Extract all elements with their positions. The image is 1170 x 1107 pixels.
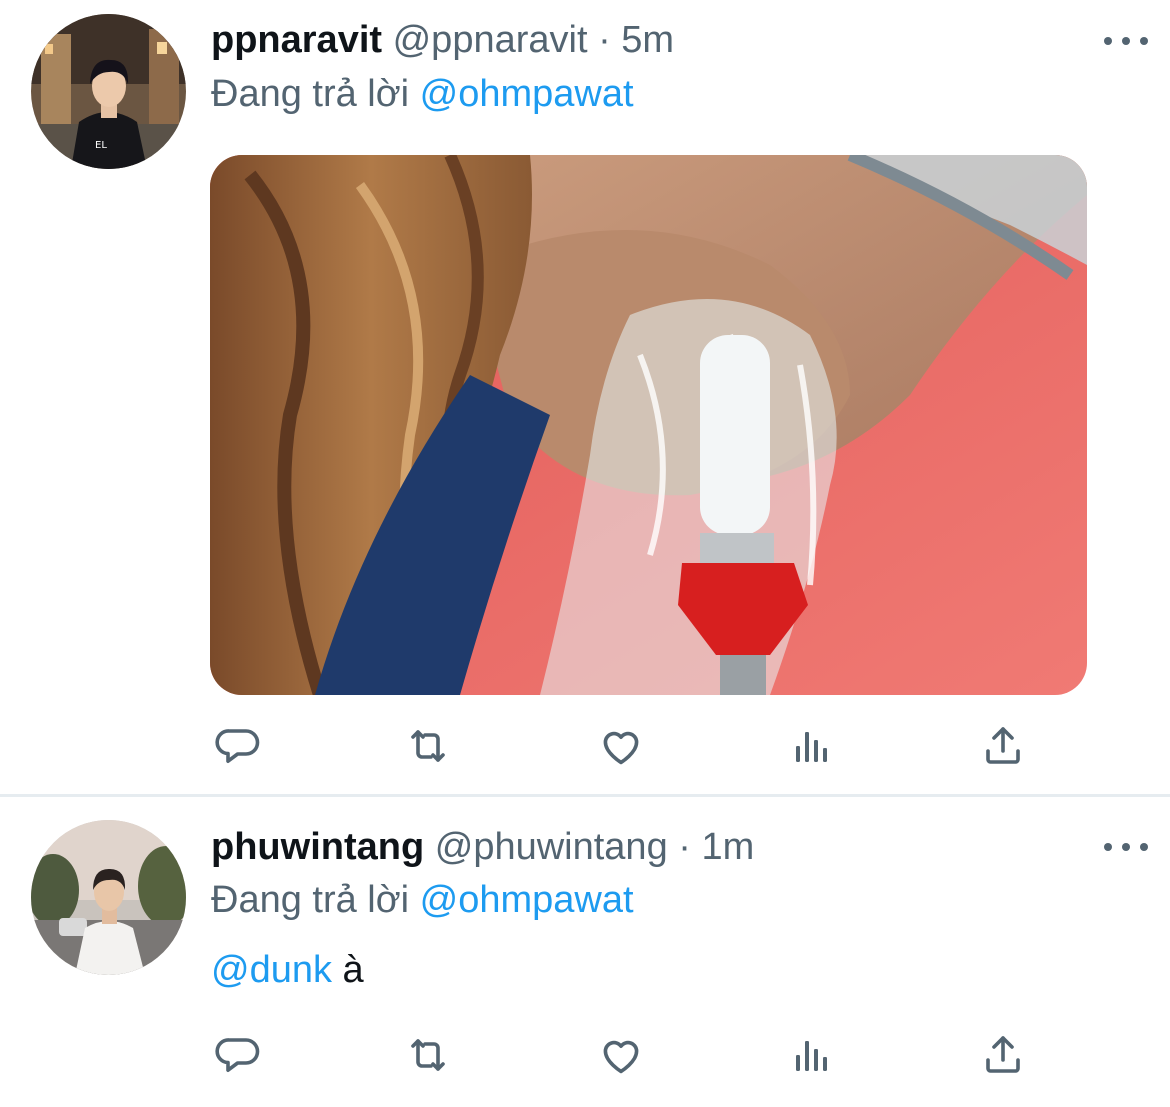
views-icon[interactable]: [782, 716, 842, 776]
replying-to: Đang trả lời @ohmpawat: [211, 878, 634, 922]
timestamp[interactable]: 5m: [621, 19, 674, 61]
tweet[interactable]: EL ppnaravit @ppnaravit · 5m Đang trả lờ…: [0, 0, 1170, 796]
more-options-icon[interactable]: [1104, 31, 1148, 51]
replying-to-label: Đang trả lời: [211, 879, 410, 921]
retweet-icon[interactable]: [398, 1025, 458, 1085]
tweet-actions: [0, 716, 1170, 776]
avatar[interactable]: EL: [31, 14, 186, 169]
replying-to-label: Đang trả lời: [211, 73, 410, 115]
retweet-icon[interactable]: [398, 716, 458, 776]
avatar-photo: EL: [31, 14, 186, 169]
timestamp[interactable]: 1m: [702, 826, 755, 868]
reply-mention-link[interactable]: @ohmpawat: [420, 73, 634, 115]
separator-dot: ·: [678, 826, 691, 868]
like-icon[interactable]: [591, 1025, 651, 1085]
tweet-actions: [0, 1025, 1170, 1085]
tweet-text-body: à: [331, 949, 364, 991]
tweet-header: ppnaravit @ppnaravit · 5m: [211, 18, 674, 62]
tweet-media-image[interactable]: [210, 155, 1087, 695]
more-options-icon[interactable]: [1104, 837, 1148, 857]
views-icon[interactable]: [782, 1025, 842, 1085]
media-photo: [210, 155, 1087, 695]
share-icon[interactable]: [973, 1025, 1033, 1085]
user-handle[interactable]: @phuwintang: [435, 826, 668, 868]
avatar-photo: [31, 820, 186, 975]
avatar[interactable]: [31, 820, 186, 975]
display-name[interactable]: ppnaravit: [211, 19, 382, 61]
display-name[interactable]: phuwintang: [211, 826, 424, 868]
reply-mention-link[interactable]: @ohmpawat: [420, 879, 634, 921]
svg-text:EL: EL: [95, 140, 107, 151]
reply-icon[interactable]: [208, 716, 268, 776]
user-handle[interactable]: @ppnaravit: [393, 19, 588, 61]
tweet-header: phuwintang @phuwintang · 1m: [211, 825, 754, 869]
tweet-text: @dunk à: [211, 948, 364, 992]
share-icon[interactable]: [973, 716, 1033, 776]
separator-dot: ·: [598, 19, 611, 61]
tweet[interactable]: phuwintang @phuwintang · 1m Đang trả lời…: [0, 797, 1170, 1107]
reply-icon[interactable]: [208, 1025, 268, 1085]
text-mention-link[interactable]: @dunk: [211, 949, 332, 991]
replying-to: Đang trả lời @ohmpawat: [211, 72, 634, 116]
like-icon[interactable]: [591, 716, 651, 776]
